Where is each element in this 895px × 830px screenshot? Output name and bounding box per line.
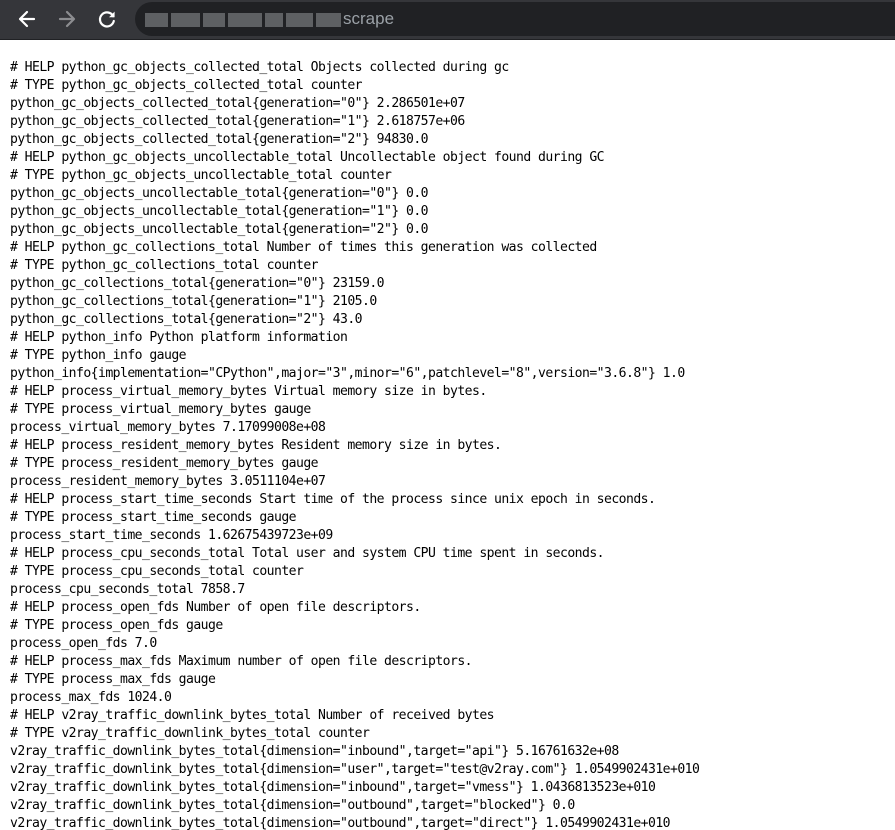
metric-comment-line: # HELP process_resident_memory_bytes Res… [10, 438, 502, 453]
metric-comment-line: # TYPE process_virtual_memory_bytes gaug… [10, 402, 311, 417]
metric-value-line: v2ray_traffic_downlink_bytes_total{dimen… [10, 762, 700, 777]
metric-comment-line: # TYPE process_max_fds gauge [10, 672, 216, 687]
metric-comment-line: # HELP process_max_fds Maximum number of… [10, 654, 473, 669]
metric-comment-line: # TYPE v2ray_traffic_downlink_bytes_tota… [10, 726, 370, 741]
metric-value-line: process_open_fds 7.0 [10, 636, 157, 651]
metric-value-line: python_gc_collections_total{generation="… [10, 294, 377, 309]
metric-comment-line: # TYPE process_open_fds gauge [10, 618, 223, 633]
page-content: # HELP python_gc_objects_collected_total… [0, 40, 895, 830]
reload-button[interactable] [93, 5, 121, 33]
metric-value-line: process_start_time_seconds 1.62675439723… [10, 528, 333, 543]
metric-value-line: python_gc_collections_total{generation="… [10, 312, 363, 327]
metric-value-line: v2ray_traffic_downlink_bytes_total{dimen… [10, 816, 671, 830]
metric-comment-line: # HELP process_open_fds Number of open f… [10, 600, 421, 615]
metric-value-line: python_info{implementation="CPython",maj… [10, 366, 685, 381]
metric-value-line: process_virtual_memory_bytes 7.17099008e… [10, 420, 326, 435]
metric-comment-line: # TYPE python_info gauge [10, 348, 187, 363]
arrow-left-icon [18, 10, 36, 28]
metric-comment-line: # HELP v2ray_traffic_downlink_bytes_tota… [10, 708, 495, 723]
metric-value-line: process_resident_memory_bytes 3.0511104e… [10, 474, 326, 489]
metric-comment-line: # HELP python_info Python platform infor… [10, 330, 348, 345]
metric-comment-line: # HELP python_gc_collections_total Numbe… [10, 240, 597, 255]
metrics-text: # HELP python_gc_objects_collected_total… [0, 40, 895, 830]
metric-value-line: python_gc_objects_collected_total{genera… [10, 132, 429, 147]
metric-value-line: v2ray_traffic_downlink_bytes_total{dimen… [10, 798, 575, 813]
url-text: scrape [343, 9, 395, 28]
metric-value-line: v2ray_traffic_downlink_bytes_total{dimen… [10, 780, 656, 795]
metric-comment-line: # TYPE process_start_time_seconds gauge [10, 510, 297, 525]
metric-comment-line: # TYPE python_gc_collections_total count… [10, 258, 319, 273]
metric-value-line: v2ray_traffic_downlink_bytes_total{dimen… [10, 744, 619, 759]
metric-comment-line: # HELP process_cpu_seconds_total Total u… [10, 546, 605, 561]
url-redacted-block [145, 13, 341, 27]
metric-comment-line: # TYPE python_gc_objects_collected_total… [10, 78, 363, 93]
browser-toolbar: scrape [0, 0, 895, 40]
back-button[interactable] [13, 5, 41, 33]
metric-value-line: python_gc_objects_uncollectable_total{ge… [10, 186, 429, 201]
metric-comment-line: # HELP python_gc_objects_collected_total… [10, 60, 509, 75]
arrow-right-icon [58, 10, 76, 28]
metric-comment-line: # HELP process_start_time_seconds Start … [10, 492, 656, 507]
metric-value-line: python_gc_objects_uncollectable_total{ge… [10, 222, 429, 237]
metric-value-line: python_gc_objects_collected_total{genera… [10, 96, 465, 111]
reload-icon [98, 11, 115, 28]
metric-comment-line: # HELP process_virtual_memory_bytes Virt… [10, 384, 487, 399]
metric-comment-line: # TYPE python_gc_objects_uncollectable_t… [10, 168, 392, 183]
metric-value-line: python_gc_objects_uncollectable_total{ge… [10, 204, 429, 219]
metric-comment-line: # TYPE process_cpu_seconds_total counter [10, 564, 304, 579]
metric-value-line: python_gc_collections_total{generation="… [10, 276, 385, 291]
metric-value-line: process_cpu_seconds_total 7858.7 [10, 582, 245, 597]
metric-comment-line: # TYPE process_resident_memory_bytes gau… [10, 456, 319, 471]
metric-comment-line: # HELP python_gc_objects_uncollectable_t… [10, 150, 605, 165]
address-bar[interactable]: scrape [135, 2, 895, 36]
forward-button[interactable] [53, 5, 81, 33]
metric-value-line: process_max_fds 1024.0 [10, 690, 172, 705]
metric-value-line: python_gc_objects_collected_total{genera… [10, 114, 465, 129]
